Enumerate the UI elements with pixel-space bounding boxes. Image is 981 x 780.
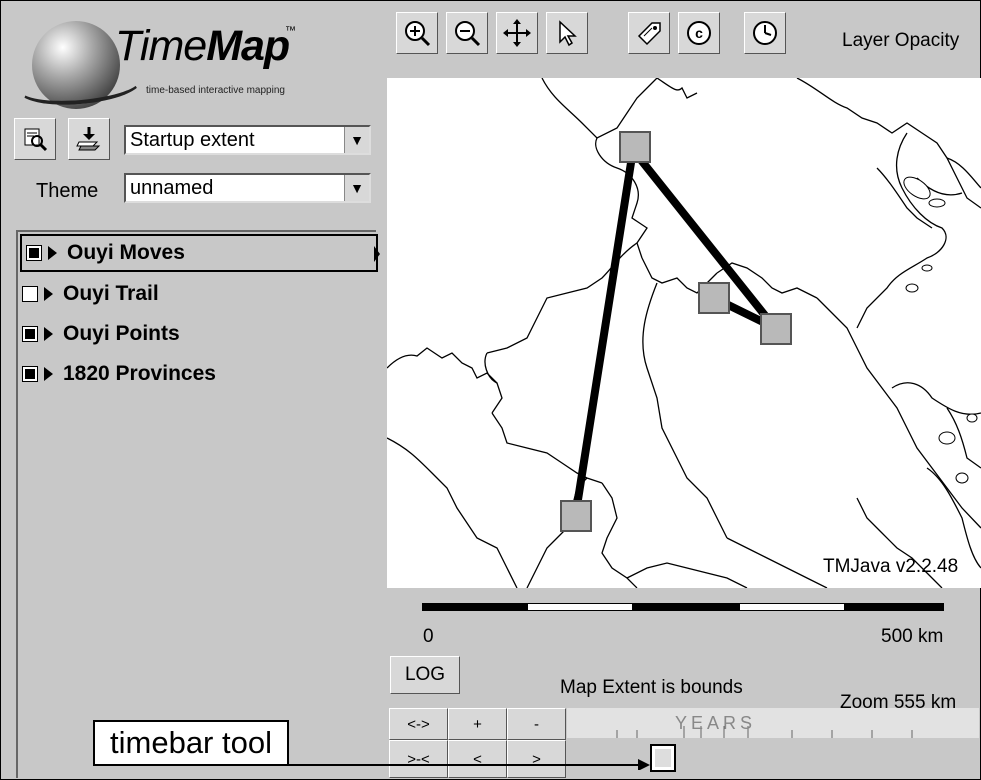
copyright-button[interactable]: c (678, 12, 720, 54)
layer-visibility-checkbox[interactable] (22, 326, 38, 342)
layer-label: 1820 Provinces (63, 362, 216, 385)
zoom-out-icon (455, 21, 481, 47)
pan-button[interactable] (496, 12, 538, 54)
chevron-down-icon[interactable]: ▼ (344, 127, 369, 153)
ouyi-moves-route (573, 146, 779, 510)
callout-arrow (288, 759, 650, 770)
point-marker (560, 500, 592, 532)
select-button[interactable] (546, 12, 588, 54)
layer-opacity-label[interactable]: Layer Opacity (842, 30, 959, 52)
expand-arrow-icon[interactable] (48, 246, 57, 260)
layer-item-ouyi-points[interactable]: Ouyi Points (18, 314, 376, 354)
ouyi-points (560, 131, 792, 532)
timebar-zoom-out-button[interactable]: - (507, 708, 566, 740)
zoom-out-button[interactable] (446, 12, 488, 54)
log-button[interactable]: LOG (390, 656, 460, 694)
layer-stack-icon (76, 127, 101, 151)
zoom-in-icon (405, 21, 431, 47)
left-panel: TimeMap ™ time-based interactive mapping… (2, 2, 380, 778)
layer-label: Ouyi Trail (63, 282, 159, 305)
expand-arrow-icon[interactable] (44, 287, 53, 301)
selection-marker-icon (374, 246, 380, 262)
scale-start-label: 0 (423, 626, 434, 647)
label-tool-button[interactable] (628, 12, 670, 54)
timemap-logo: TimeMap ™ time-based interactive mapping (12, 6, 312, 110)
pan-icon (503, 19, 531, 47)
layer-stack-button[interactable] (68, 118, 110, 160)
magnify-document-icon (24, 128, 48, 152)
scale-bar (422, 603, 944, 611)
layer-label: Ouyi Moves (67, 241, 185, 264)
point-marker (619, 131, 651, 163)
extent-select-value: Startup extent (130, 129, 255, 151)
layer-item-1820-provinces[interactable]: 1820 Provinces (18, 354, 376, 394)
map-drawing (386, 77, 981, 589)
clock-icon (753, 21, 777, 45)
zoom-to-layer-button[interactable] (14, 118, 56, 160)
logo-tagline: time-based interactive mapping (146, 85, 285, 96)
timebar-years-track[interactable]: YEARS (567, 708, 979, 738)
theme-label: Theme (36, 180, 99, 202)
theme-select-value: unnamed (130, 177, 214, 199)
map-canvas[interactable]: TMJava v2.2.48 (386, 77, 981, 589)
svg-text:c: c (695, 25, 703, 41)
layer-visibility-checkbox[interactable] (22, 286, 38, 302)
select-arrow-icon (559, 20, 577, 47)
time-button[interactable] (744, 12, 786, 54)
layer-item-ouyi-moves[interactable]: Ouyi Moves (20, 234, 380, 272)
expand-arrow-icon[interactable] (44, 367, 53, 381)
copyright-icon: c (687, 21, 711, 45)
point-marker (698, 282, 730, 314)
map-extent-status: Map Extent is bounds (560, 677, 743, 698)
scale-end-label: 500 km (881, 626, 944, 647)
year-ticks (616, 726, 913, 738)
extent-select[interactable]: Startup extent ▼ (124, 125, 371, 155)
logo-name: TimeMap (115, 22, 290, 70)
layer-label: Ouyi Points (63, 322, 180, 345)
expand-arrow-icon[interactable] (44, 327, 53, 341)
layer-item-ouyi-trail[interactable]: Ouyi Trail (18, 274, 376, 314)
layer-visibility-checkbox[interactable] (26, 245, 42, 261)
layer-list: Ouyi Moves Ouyi Trail Ouyi Points 1820 P… (16, 230, 380, 778)
timebar-zoom-in-button[interactable]: + (448, 708, 507, 740)
years-label: YEARS (675, 713, 757, 733)
timebar-expand-button[interactable]: <-> (389, 708, 448, 740)
trademark-mark: ™ (285, 25, 296, 37)
theme-select[interactable]: unnamed ▼ (124, 173, 371, 203)
version-label: TMJava v2.2.48 (823, 556, 959, 577)
point-marker (760, 313, 792, 345)
timebar-tool-callout: timebar tool (93, 720, 289, 766)
tag-label-icon (637, 22, 661, 46)
chevron-down-icon[interactable]: ▼ (344, 175, 369, 201)
province-boundaries (386, 77, 981, 589)
zoom-in-button[interactable] (396, 12, 438, 54)
layer-visibility-checkbox[interactable] (22, 366, 38, 382)
